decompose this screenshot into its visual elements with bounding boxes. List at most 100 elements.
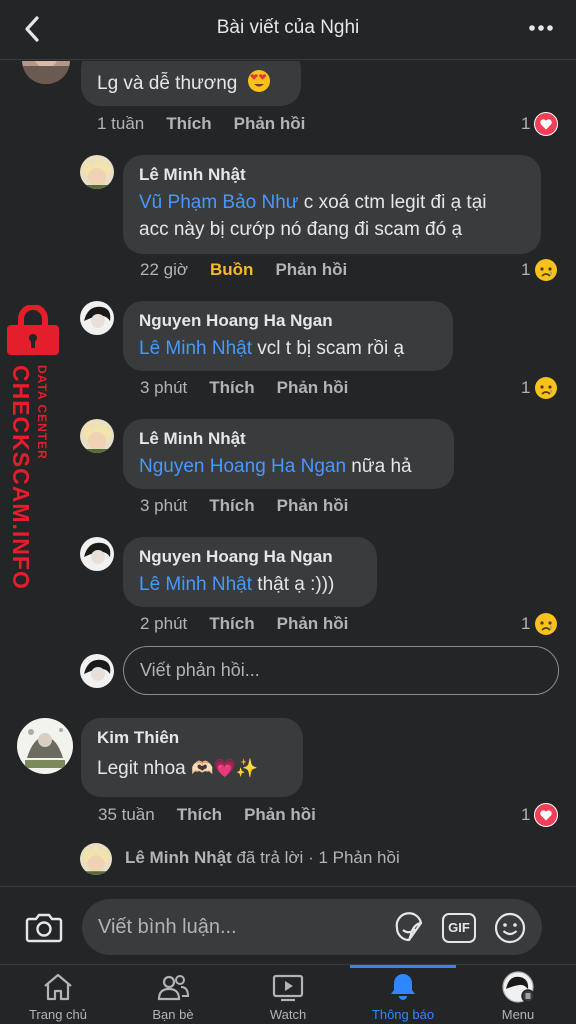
camera-icon [25, 913, 63, 943]
like-button[interactable]: Thích [209, 378, 254, 398]
page-title: Bài viết của Nghi [216, 17, 360, 38]
like-button[interactable]: Thích [166, 114, 211, 134]
bell-icon [391, 974, 415, 1000]
comment-bubble[interactable]: Nguyen Hoang Ha Ngan Lê Minh Nhật thật ạ… [123, 537, 377, 607]
gif-icon: GIF [442, 913, 476, 943]
reply-button[interactable]: Phản hồi [277, 496, 349, 516]
commenter-name: Nguyen Hoang Ha Ngan [139, 547, 333, 566]
mention-link[interactable]: Vũ Phạm Bảo Như [139, 192, 299, 213]
watch-icon [272, 974, 304, 1002]
gif-button[interactable]: GIF [442, 911, 478, 945]
comment-text: thật ạ :))) [252, 574, 335, 595]
sticker-button[interactable] [392, 911, 426, 945]
replied-text: đã trả lời [231, 848, 304, 867]
avatar[interactable] [22, 61, 70, 84]
reply-button[interactable]: Phản hồi [234, 114, 306, 134]
reply-button[interactable]: Phản hồi [275, 260, 347, 280]
heart-eyes-emoji-icon [247, 70, 270, 92]
my-avatar [80, 654, 114, 688]
friends-icon [157, 975, 190, 1001]
replier-name: Lê Minh Nhật [125, 848, 232, 867]
comment-meta: 35 tuần Thích Phản hồi [98, 805, 316, 825]
reply-button[interactable]: Phản hồi [244, 805, 316, 825]
comment-input-placeholder: Viết bình luận... [98, 916, 237, 938]
emoji-button[interactable] [493, 911, 527, 945]
sad-reaction-icon [535, 259, 558, 281]
smiley-icon [494, 912, 526, 944]
reaction-count: 1 [521, 805, 531, 824]
more-dots-icon [529, 25, 553, 31]
comment-bubble[interactable]: Nguyen Hoang Ha Ngan Lê Minh Nhật vcl t … [123, 301, 453, 371]
tab-watch[interactable]: Watch [230, 965, 346, 1024]
sad-reacted-button[interactable]: Buồn [210, 260, 253, 280]
home-icon [44, 973, 72, 1001]
comment-meta: 3 phút Thích Phản hồi [140, 496, 348, 516]
bottom-tab-bar: Trang chủ Bạn bè Watch Thông báo Menu [0, 964, 576, 1024]
camera-button[interactable] [24, 909, 64, 945]
reply-input[interactable]: Viết phản hồi... [123, 646, 559, 695]
tab-friends[interactable]: Bạn bè [115, 965, 231, 1024]
comment-meta: 22 giờ Buồn Phản hồi [140, 260, 347, 280]
top-bar: Bài viết của Nghi [0, 0, 576, 60]
reaction-count: 1 [521, 260, 531, 279]
tab-label: Trang chủ [28, 1007, 88, 1022]
comment-text: nữa hả [346, 456, 412, 477]
mention-link[interactable]: Lê Minh Nhật [139, 574, 252, 595]
comment-text: acc này bị cướp nó đang đi scam đó ạ [139, 219, 463, 240]
padlock-icon [7, 305, 59, 355]
comment-bubble[interactable]: Lê Minh Nhật Nguyen Hoang Ha Ngan nữa hả [123, 419, 454, 489]
avatar[interactable] [80, 301, 114, 335]
tab-label: Watch [269, 1007, 307, 1022]
tab-home[interactable]: Trang chủ [0, 965, 116, 1024]
comment-meta: 1 tuần Thích Phản hồi [97, 114, 305, 134]
comment-text: c xoá ctm legit đi ạ tại [298, 192, 487, 213]
like-button[interactable]: Thích [209, 496, 254, 516]
reaction-count: 1 [521, 114, 531, 133]
view-replies-link[interactable]: Lê Minh Nhật đã trả lời · 1 Phản hồi [125, 848, 400, 868]
reply-button[interactable]: Phản hồi [277, 378, 349, 398]
love-reaction-icon [534, 112, 559, 136]
sticker-icon [395, 912, 423, 942]
profile-avatar-icon [502, 971, 535, 1003]
comment-time: 3 phút [140, 496, 188, 515]
checkscam-watermark: DATA CENTER CHECKSCAM.INFO [3, 305, 63, 590]
like-button[interactable]: Thích [177, 805, 222, 825]
reaction-summary[interactable]: 1 [521, 112, 559, 136]
reaction-summary[interactable]: 1 [521, 376, 558, 400]
reaction-count: 1 [521, 378, 531, 397]
comments-feed[interactable]: Lg và dễ thương 1 tuần Thích Phản hồi 1 … [0, 61, 576, 886]
mention-link[interactable]: Lê Minh Nhật [139, 338, 252, 359]
tab-label: Menu [501, 1007, 535, 1022]
comment-time: 35 tuần [98, 805, 155, 824]
comment-bubble[interactable]: Kim Thiên Legit nhoa 🫶🏻💗✨ [81, 718, 303, 797]
commenter-name: Lê Minh Nhật [139, 429, 246, 448]
more-options-button[interactable] [526, 16, 556, 40]
reaction-summary[interactable]: 1 [521, 803, 559, 827]
tab-notifications[interactable]: Thông báo [345, 965, 461, 1024]
mention-link[interactable]: Nguyen Hoang Ha Ngan [139, 456, 346, 477]
sad-reaction-icon [535, 613, 558, 635]
avatar[interactable] [17, 718, 73, 774]
like-button[interactable]: Thích [209, 614, 254, 634]
tab-menu[interactable]: Menu [460, 965, 576, 1024]
comment-bubble[interactable]: Lg và dễ thương [81, 61, 301, 106]
emoji-group: 🫶🏻💗✨ [191, 758, 259, 778]
avatar [80, 843, 112, 875]
avatar[interactable] [80, 419, 114, 453]
sad-reaction-icon [535, 377, 558, 399]
comment-time: 22 giờ [140, 260, 189, 279]
reaction-summary[interactable]: 1 [521, 612, 558, 636]
comment-bubble[interactable]: Lê Minh Nhật Vũ Phạm Bảo Như c xoá ctm l… [123, 155, 541, 254]
comment-composer: Viết bình luận... GIF [0, 886, 576, 964]
reply-count: 1 Phản hồi [318, 848, 400, 867]
reply-button[interactable]: Phản hồi [277, 614, 349, 634]
avatar[interactable] [80, 155, 114, 189]
comment-text: Lg và dễ thương [97, 73, 238, 94]
tab-label: Bạn bè [152, 1007, 194, 1022]
commenter-name: Kim Thiên [97, 728, 180, 747]
comment-meta: 3 phút Thích Phản hồi [140, 378, 348, 398]
comment-input[interactable]: Viết bình luận... GIF [82, 899, 542, 955]
comment-meta: 2 phút Thích Phản hồi [140, 614, 348, 634]
reaction-summary[interactable]: 1 [521, 258, 558, 282]
avatar[interactable] [80, 537, 114, 571]
